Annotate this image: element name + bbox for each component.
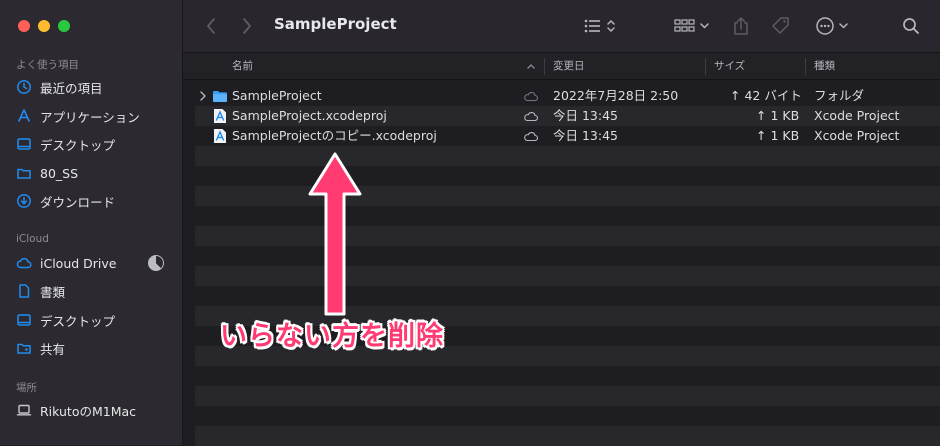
tag-button[interactable] bbox=[771, 15, 791, 37]
sidebar-item-documents[interactable]: 書類 bbox=[16, 280, 172, 302]
back-button[interactable] bbox=[205, 15, 217, 37]
file-size: ↑ 42 バイト bbox=[730, 88, 802, 103]
xcodeproj-file-icon bbox=[214, 109, 226, 123]
minimize-window-button[interactable] bbox=[38, 20, 50, 32]
xcodeproj-file-icon bbox=[214, 129, 226, 143]
list-view-icon bbox=[584, 19, 615, 33]
window-controls bbox=[18, 20, 70, 32]
annotation-arrow-icon bbox=[308, 152, 362, 316]
sidebar-section-locations: 場所 bbox=[16, 382, 37, 394]
close-window-button[interactable] bbox=[18, 20, 30, 32]
column-modified[interactable]: 変更日 bbox=[553, 53, 585, 80]
sidebar-item-label: iCloud Drive bbox=[40, 255, 117, 271]
sidebar-item-80ss[interactable]: 80_SS bbox=[16, 162, 172, 184]
forward-button[interactable] bbox=[241, 15, 253, 37]
column-divider[interactable] bbox=[805, 58, 806, 75]
file-modified: 2022年7月28日 2:50 bbox=[553, 88, 679, 103]
folder-icon bbox=[16, 165, 32, 181]
sidebar-item-label: 書類 bbox=[40, 284, 66, 300]
column-kind[interactable]: 種類 bbox=[814, 53, 835, 80]
chevron-left-icon bbox=[207, 18, 215, 34]
chevron-right-icon bbox=[243, 18, 251, 34]
more-icon bbox=[816, 17, 848, 35]
icloud-status-icon bbox=[524, 132, 539, 142]
sidebar-item-icloud-desktop[interactable]: デスクトップ bbox=[16, 309, 172, 331]
file-name: SampleProjectのコピー.xcodeproj bbox=[232, 128, 437, 143]
sidebar-item-label: 最近の項目 bbox=[40, 80, 103, 96]
view-mode-button[interactable] bbox=[583, 15, 619, 37]
sidebar-item-recents[interactable]: 最近の項目 bbox=[16, 76, 172, 98]
sidebar-item-icloud-drive[interactable]: iCloud Drive bbox=[16, 252, 172, 274]
sidebar-item-label: デスクトップ bbox=[40, 313, 116, 329]
column-size[interactable]: サイズ bbox=[714, 53, 745, 80]
sidebar-item-label: RikutoのM1Mac bbox=[40, 403, 137, 419]
sidebar-item-downloads[interactable]: ダウンロード bbox=[16, 190, 172, 212]
search-icon bbox=[903, 18, 919, 34]
toolbar: SampleProject bbox=[183, 0, 940, 53]
sidebar-item-label: 共有 bbox=[40, 341, 66, 357]
laptop-icon bbox=[16, 402, 32, 418]
file-kind: フォルダ bbox=[814, 88, 865, 103]
desktop-icon bbox=[16, 312, 32, 328]
grid-icon bbox=[674, 19, 709, 32]
sidebar-item-mac[interactable]: RikutoのM1Mac bbox=[16, 399, 172, 421]
folder-icon bbox=[213, 91, 227, 102]
file-row[interactable]: SampleProjectのコピー.xcodeproj 今日 13:45 ↑ 1… bbox=[195, 126, 940, 146]
icloud-status-icon bbox=[524, 92, 539, 102]
search-button[interactable] bbox=[902, 15, 920, 37]
shared-folder-icon bbox=[16, 340, 32, 356]
column-name[interactable]: 名前 bbox=[232, 53, 253, 80]
file-name: SampleProject bbox=[232, 88, 322, 103]
sidebar-section-icloud: iCloud bbox=[16, 233, 49, 245]
group-button[interactable] bbox=[674, 15, 712, 37]
sidebar-item-label: 80_SS bbox=[40, 165, 79, 181]
sidebar-item-label: アプリケーション bbox=[40, 109, 140, 125]
file-kind: Xcode Project bbox=[814, 128, 900, 143]
tag-icon bbox=[772, 17, 789, 34]
sidebar: よく使う項目 最近の項目 アプリケーション デスクトップ 80_SS ダウンロー… bbox=[0, 0, 183, 445]
zoom-window-button[interactable] bbox=[58, 20, 70, 32]
desktop-icon bbox=[16, 136, 32, 152]
storage-progress-icon bbox=[148, 255, 164, 271]
empty-row bbox=[195, 386, 940, 406]
empty-row bbox=[195, 406, 940, 426]
share-icon bbox=[734, 17, 748, 35]
document-icon bbox=[16, 283, 32, 299]
clock-icon bbox=[16, 79, 32, 95]
applications-icon bbox=[16, 108, 32, 124]
sort-ascending-icon[interactable] bbox=[526, 53, 536, 80]
file-modified: 今日 13:45 bbox=[553, 128, 618, 143]
file-name: SampleProject.xcodeproj bbox=[232, 108, 387, 123]
annotation-text: いらない方を削除 bbox=[220, 321, 444, 352]
empty-row bbox=[195, 426, 940, 446]
file-size: ↑ 1 KB bbox=[756, 108, 800, 123]
sidebar-item-label: デスクトップ bbox=[40, 137, 116, 153]
file-modified: 今日 13:45 bbox=[553, 108, 618, 123]
file-row[interactable]: SampleProject 2022年7月28日 2:50 ↑ 42 バイト フ… bbox=[195, 86, 940, 106]
share-button[interactable] bbox=[732, 15, 750, 37]
disclosure-triangle-icon[interactable] bbox=[199, 91, 207, 101]
window-title: SampleProject bbox=[274, 15, 397, 33]
download-icon bbox=[16, 193, 32, 209]
column-divider[interactable] bbox=[544, 58, 545, 75]
file-kind: Xcode Project bbox=[814, 108, 900, 123]
sidebar-item-shared[interactable]: 共有 bbox=[16, 337, 172, 359]
column-header: 名前 変更日 サイズ 種類 bbox=[183, 53, 940, 80]
sidebar-item-label: ダウンロード bbox=[40, 194, 116, 210]
file-size: ↑ 1 KB bbox=[756, 128, 800, 143]
action-menu-button[interactable] bbox=[815, 15, 851, 37]
empty-row bbox=[195, 366, 940, 386]
cloud-icon bbox=[16, 255, 32, 271]
sidebar-section-favorites: よく使う項目 bbox=[16, 59, 79, 71]
sidebar-item-applications[interactable]: アプリケーション bbox=[16, 105, 172, 127]
file-row[interactable]: SampleProject.xcodeproj 今日 13:45 ↑ 1 KB … bbox=[195, 106, 940, 126]
column-divider[interactable] bbox=[705, 58, 706, 75]
sidebar-item-desktop[interactable]: デスクトップ bbox=[16, 133, 172, 155]
icloud-status-icon bbox=[524, 112, 539, 122]
